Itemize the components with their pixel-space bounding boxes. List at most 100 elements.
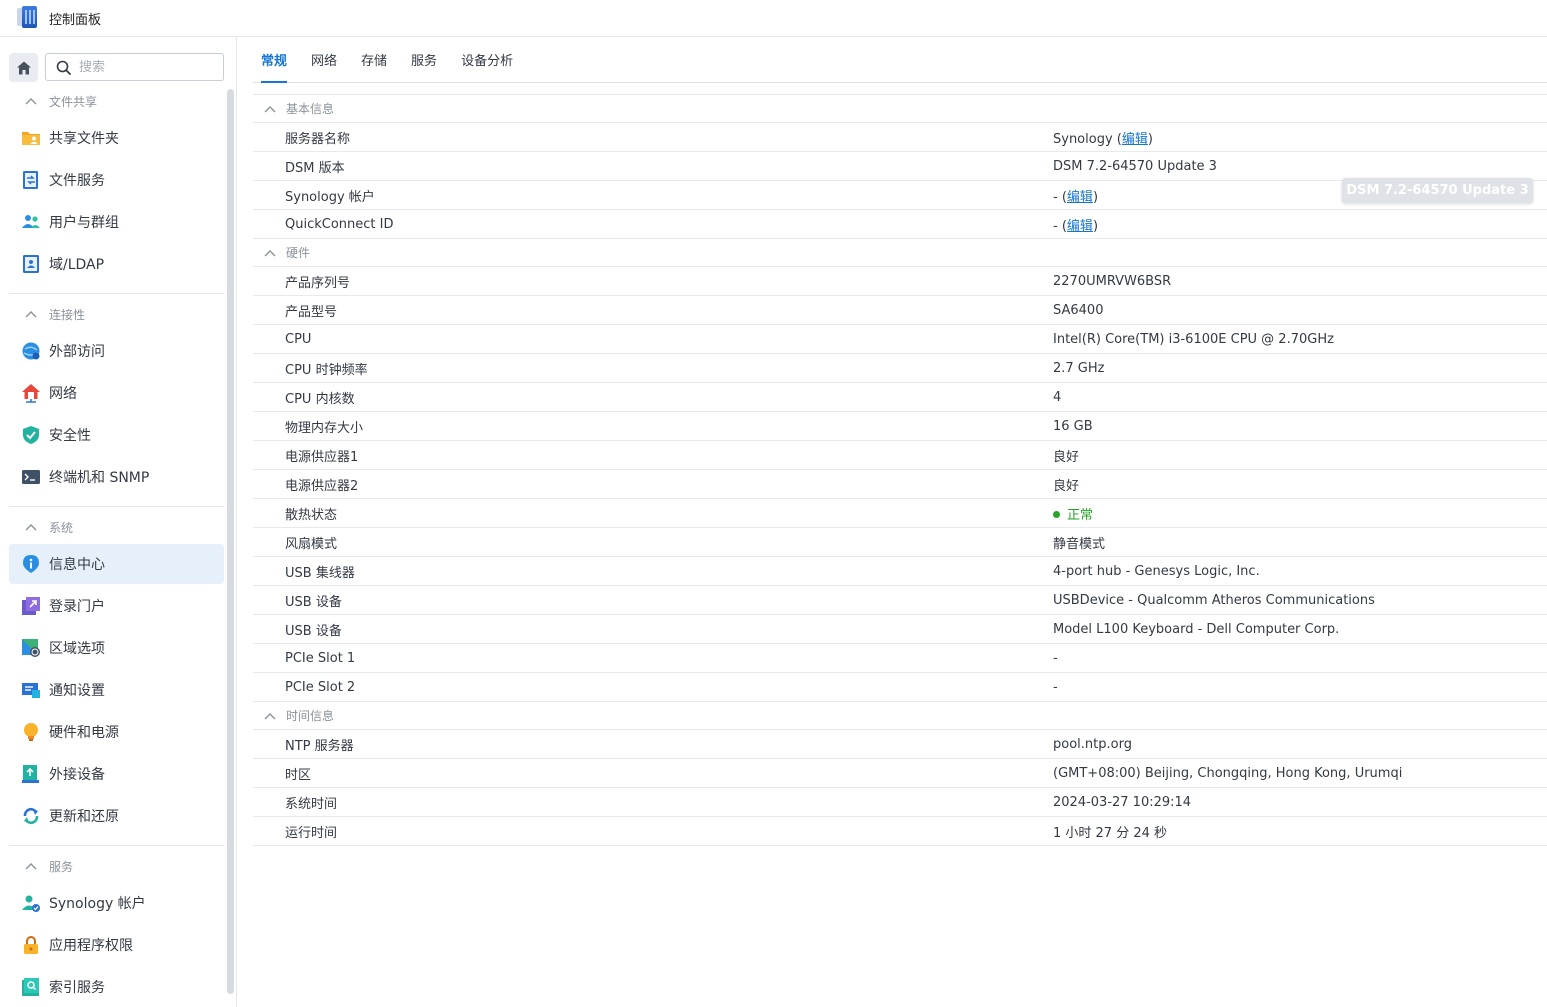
divider bbox=[9, 293, 225, 294]
sidebar-item-update-restore[interactable]: 更新和还原 bbox=[9, 796, 224, 836]
table-row: 电源供应器1 良好 bbox=[253, 441, 1547, 470]
sidebar-item-indexing[interactable]: 索引服务 bbox=[9, 967, 224, 1007]
table-row: 系统时间 2024-03-27 10:29:14 bbox=[253, 788, 1547, 817]
search-box[interactable] bbox=[45, 53, 224, 81]
sidebar-item-network[interactable]: 网络 bbox=[9, 373, 224, 413]
sidebar-item-label: 网络 bbox=[49, 386, 77, 402]
tab-device-analytics[interactable]: 设备分析 bbox=[453, 37, 521, 83]
tab-general[interactable]: 常规 bbox=[253, 37, 295, 83]
sidebar-item-label: 外部访问 bbox=[49, 344, 105, 360]
row-key: USB 设备 bbox=[285, 623, 342, 639]
section-file-sharing[interactable]: 文件共享 bbox=[25, 91, 97, 111]
sidebar-item-shared-folder[interactable]: 共享文件夹 bbox=[9, 118, 224, 158]
group-header-hardware[interactable]: 硬件 bbox=[253, 238, 1547, 267]
sidebar-item-terminal-snmp[interactable]: 终端机和 SNMP bbox=[9, 457, 224, 497]
tab-network[interactable]: 网络 bbox=[303, 37, 345, 83]
sidebar-item-file-services[interactable]: 文件服务 bbox=[9, 160, 224, 200]
table-row: PCIe Slot 2 - bbox=[253, 673, 1547, 702]
group-label: 基本信息 bbox=[286, 102, 335, 116]
row-key: 产品序列号 bbox=[285, 275, 351, 291]
table-row: CPU 内核数 4 bbox=[253, 383, 1547, 412]
table-row: 时区 (GMT+08:00) Beijing, Chongqing, Hong K… bbox=[253, 759, 1547, 788]
table-row: 运行时间 1 小时 27 分 24 秒 bbox=[253, 817, 1547, 846]
row-value: - bbox=[1053, 679, 1058, 695]
section-label: 连接性 bbox=[49, 307, 86, 322]
sidebar-item-app-privileges[interactable]: 应用程序权限 bbox=[9, 925, 224, 965]
lightbulb-icon bbox=[21, 722, 41, 742]
tab-bar: 常规 网络 存储 服务 设备分析 bbox=[253, 37, 1547, 83]
sidebar-item-label: 共享文件夹 bbox=[49, 131, 119, 147]
folder-user-icon bbox=[21, 128, 41, 148]
search-input[interactable] bbox=[79, 59, 209, 75]
section-label: 文件共享 bbox=[49, 94, 98, 109]
table-row: USB 设备 Model L100 Keyboard - Dell Compute… bbox=[253, 615, 1547, 644]
row-value: 2024-03-27 10:29:14 bbox=[1053, 794, 1192, 810]
table-row: CPU 时钟频率 2.7 GHz bbox=[253, 354, 1547, 383]
group-header-time[interactable]: 时间信息 bbox=[253, 701, 1547, 730]
sidebar: 文件共享 共享文件夹 文件服务 用户与群组 域/LDAP 连接性 外部访问 bbox=[0, 37, 237, 1007]
sidebar-item-security[interactable]: 安全性 bbox=[9, 415, 224, 455]
tab-storage[interactable]: 存储 bbox=[353, 37, 395, 83]
row-value: 良好 bbox=[1053, 478, 1080, 494]
row-key: 时区 bbox=[285, 767, 312, 783]
row-key: CPU 时钟频率 bbox=[285, 362, 368, 378]
row-key: DSM 版本 bbox=[285, 160, 345, 176]
chevron-up-icon bbox=[25, 862, 39, 870]
sidebar-item-external-access[interactable]: 外部访问 bbox=[9, 331, 224, 371]
sidebar-item-users-groups[interactable]: 用户与群组 bbox=[9, 202, 224, 242]
row-value: 正常 bbox=[1053, 504, 1547, 523]
external-access-icon bbox=[21, 341, 41, 361]
table-row: USB 设备 USBDevice - Qualcomm Atheros Commu… bbox=[253, 586, 1547, 615]
row-key: 散热状态 bbox=[285, 507, 338, 523]
sidebar-item-label: 文件服务 bbox=[49, 173, 105, 189]
sidebar-item-hardware-power[interactable]: 硬件和电源 bbox=[9, 712, 224, 752]
row-key: PCIe Slot 1 bbox=[285, 650, 356, 666]
row-value: 静音模式 bbox=[1053, 536, 1106, 552]
sidebar-item-domain-ldap[interactable]: 域/LDAP bbox=[9, 244, 224, 284]
section-system[interactable]: 系统 bbox=[25, 517, 73, 537]
row-key: USB 集线器 bbox=[285, 565, 355, 581]
tab-services[interactable]: 服务 bbox=[403, 37, 445, 83]
info-table: 基本信息 服务器名称 Synology (编辑) DSM 版本 DSM 7.2-… bbox=[253, 94, 1547, 846]
table-row: PCIe Slot 1 - bbox=[253, 644, 1547, 673]
table-row: 服务器名称 Synology (编辑) bbox=[253, 123, 1547, 152]
sidebar-scrollbar[interactable] bbox=[227, 89, 234, 994]
row-key: 系统时间 bbox=[285, 796, 338, 812]
status-text: 正常 bbox=[1067, 507, 1094, 523]
home-button[interactable] bbox=[9, 53, 38, 82]
edit-synology-account-link[interactable]: 编辑 bbox=[1067, 190, 1093, 205]
row-value: - bbox=[1053, 650, 1058, 666]
row-key: NTP 服务器 bbox=[285, 738, 354, 754]
row-key: 运行时间 bbox=[285, 825, 338, 841]
sidebar-item-label: 域/LDAP bbox=[49, 257, 105, 273]
row-value: 良好 bbox=[1053, 449, 1080, 465]
section-connectivity[interactable]: 连接性 bbox=[25, 304, 85, 324]
sidebar-item-regional-options[interactable]: 区域选项 bbox=[9, 628, 224, 668]
sidebar-item-external-devices[interactable]: 外接设备 bbox=[9, 754, 224, 794]
sidebar-item-login-portal[interactable]: 登录门户 bbox=[9, 586, 224, 626]
chevron-up-icon bbox=[25, 523, 39, 531]
edit-quickconnect-link[interactable]: 编辑 bbox=[1067, 219, 1093, 234]
title-bar: 控制面板 bbox=[0, 0, 1547, 37]
table-row: DSM 版本 DSM 7.2-64570 Update 3 bbox=[253, 152, 1547, 181]
edit-server-name-link[interactable]: 编辑 bbox=[1122, 132, 1148, 147]
sidebar-item-label: 登录门户 bbox=[49, 599, 105, 615]
row-value: SA6400 bbox=[1053, 302, 1104, 318]
chevron-up-icon bbox=[264, 105, 278, 113]
sidebar-item-notification[interactable]: 通知设置 bbox=[9, 670, 224, 710]
group-header-basic[interactable]: 基本信息 bbox=[253, 94, 1547, 123]
shield-check-icon bbox=[21, 425, 41, 445]
row-key: 电源供应器2 bbox=[285, 478, 359, 494]
row-value: 2.7 GHz bbox=[1053, 360, 1105, 376]
row-value: 4 bbox=[1053, 389, 1062, 405]
sidebar-item-label: 外接设备 bbox=[49, 767, 105, 783]
sidebar-item-synology-account[interactable]: Synology 帐户 bbox=[9, 883, 224, 923]
sidebar-item-label: 信息中心 bbox=[49, 557, 105, 573]
table-row: CPU Intel(R) Core(TM) i3-6100E CPU @ 2.70… bbox=[253, 325, 1547, 354]
section-label: 服务 bbox=[49, 859, 74, 874]
sidebar-item-info-center[interactable]: 信息中心 bbox=[9, 544, 224, 584]
chevron-up-icon bbox=[264, 249, 278, 257]
section-services[interactable]: 服务 bbox=[25, 856, 73, 876]
row-key: 电源供应器1 bbox=[285, 449, 359, 465]
row-key: USB 设备 bbox=[285, 594, 342, 610]
